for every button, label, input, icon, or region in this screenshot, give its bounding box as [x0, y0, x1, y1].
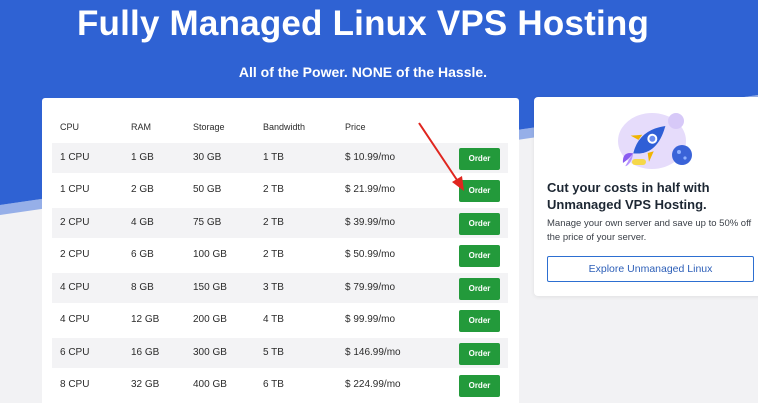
cell-price: $ 99.99/mo	[345, 314, 396, 325]
unmanaged-promo-card: Cut your costs in half with Unmanaged VP…	[534, 97, 758, 296]
cell-storage: 200 GB	[193, 314, 227, 325]
cell-bandwidth: 4 TB	[263, 314, 284, 325]
cell-price: $ 50.99/mo	[345, 249, 396, 260]
cell-ram: 4 GB	[131, 217, 154, 228]
cell-storage: 100 GB	[193, 249, 227, 260]
order-button[interactable]: Order	[459, 343, 500, 365]
cell-cpu: 8 CPU	[60, 379, 90, 390]
cell-price: $ 146.99/mo	[345, 347, 401, 358]
cell-ram: 16 GB	[131, 347, 160, 358]
cell-storage: 50 GB	[193, 184, 222, 195]
table-row: 1 CPU 1 GB 30 GB 1 TB $ 10.99/mo Order	[52, 143, 508, 173]
cell-storage: 400 GB	[193, 379, 227, 390]
cell-price: $ 39.99/mo	[345, 217, 396, 228]
table-header: CPU RAM Storage Bandwidth Price	[42, 98, 519, 142]
order-button[interactable]: Order	[459, 375, 500, 397]
cell-bandwidth: 6 TB	[263, 379, 284, 390]
cell-cpu: 6 CPU	[60, 347, 90, 358]
table-row: 4 CPU 8 GB 150 GB 3 TB $ 79.99/mo Order	[52, 273, 508, 303]
cell-bandwidth: 2 TB	[263, 217, 284, 228]
cell-storage: 30 GB	[193, 152, 222, 163]
cell-cpu: 2 CPU	[60, 249, 90, 260]
table-row: 1 CPU 2 GB 50 GB 2 TB $ 21.99/mo Order	[52, 175, 508, 205]
cell-cpu: 4 CPU	[60, 282, 90, 293]
order-button[interactable]: Order	[459, 213, 500, 235]
cell-storage: 75 GB	[193, 217, 222, 228]
rocket-icon	[618, 113, 692, 169]
header-ram: RAM	[131, 122, 151, 132]
promo-description: Manage your own server and save up to 50…	[547, 218, 752, 243]
header-price: Price	[345, 122, 366, 132]
cell-bandwidth: 1 TB	[263, 152, 284, 163]
order-button[interactable]: Order	[459, 180, 500, 202]
cell-bandwidth: 2 TB	[263, 184, 284, 195]
order-button[interactable]: Order	[459, 245, 500, 267]
cell-cpu: 4 CPU	[60, 314, 90, 325]
cell-bandwidth: 3 TB	[263, 282, 284, 293]
table-row: 2 CPU 6 GB 100 GB 2 TB $ 50.99/mo Order	[52, 240, 508, 270]
table-row: 8 CPU 32 GB 400 GB 6 TB $ 224.99/mo Orde…	[52, 370, 508, 400]
promo-heading: Cut your costs in half with Unmanaged VP…	[547, 180, 710, 212]
cell-storage: 150 GB	[193, 282, 227, 293]
cell-price: $ 21.99/mo	[345, 184, 396, 195]
cell-price: $ 224.99/mo	[345, 379, 401, 390]
table-row: 2 CPU 4 GB 75 GB 2 TB $ 39.99/mo Order	[52, 208, 508, 238]
page-title: Fully Managed Linux VPS Hosting	[76, 4, 650, 43]
cell-ram: 8 GB	[131, 282, 154, 293]
cell-cpu: 1 CPU	[60, 152, 90, 163]
pricing-table: CPU RAM Storage Bandwidth Price 1 CPU 1 …	[42, 98, 519, 403]
cell-bandwidth: 5 TB	[263, 347, 284, 358]
order-button[interactable]: Order	[459, 278, 500, 300]
cell-price: $ 10.99/mo	[345, 152, 396, 163]
cell-ram: 6 GB	[131, 249, 154, 260]
header-bandwidth: Bandwidth	[263, 122, 306, 132]
cell-price: $ 79.99/mo	[345, 282, 396, 293]
cell-bandwidth: 2 TB	[263, 249, 284, 260]
table-row: 6 CPU 16 GB 300 GB 5 TB $ 146.99/mo Orde…	[52, 338, 508, 368]
header-storage: Storage	[193, 122, 225, 132]
cell-cpu: 2 CPU	[60, 217, 90, 228]
explore-unmanaged-linux-button[interactable]: Explore Unmanaged Linux	[547, 256, 754, 282]
order-button[interactable]: Order	[459, 310, 500, 332]
cell-ram: 1 GB	[131, 152, 154, 163]
cell-ram: 12 GB	[131, 314, 160, 325]
cell-cpu: 1 CPU	[60, 184, 90, 195]
cell-storage: 300 GB	[193, 347, 227, 358]
header-cpu: CPU	[60, 122, 80, 132]
page-subtitle: All of the Power. NONE of the Hassle.	[238, 64, 488, 80]
cell-ram: 2 GB	[131, 184, 154, 195]
table-row: 4 CPU 12 GB 200 GB 4 TB $ 99.99/mo Order	[52, 305, 508, 335]
cell-ram: 32 GB	[131, 379, 160, 390]
order-button[interactable]: Order	[459, 148, 500, 170]
